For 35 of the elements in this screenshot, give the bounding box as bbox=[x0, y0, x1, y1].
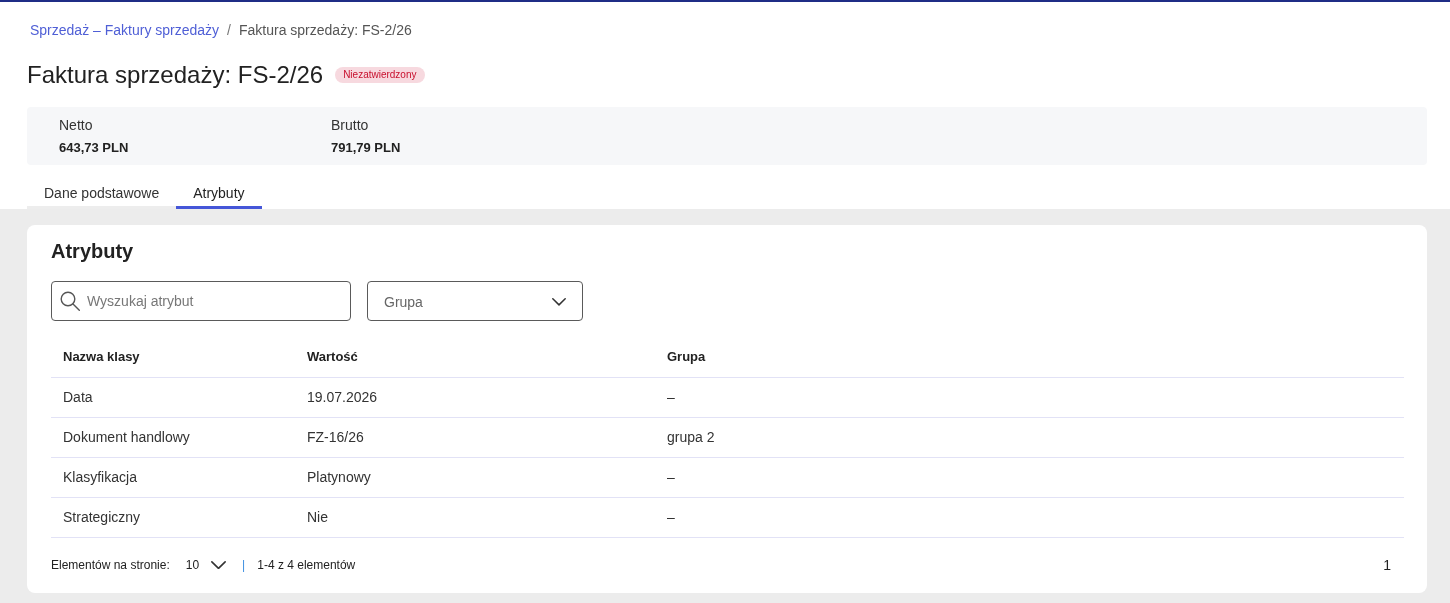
table-cell: FZ-16/26 bbox=[295, 417, 655, 457]
breadcrumb-link[interactable]: Sprzedaż – Faktury sprzedaży bbox=[30, 20, 220, 40]
summary-value: 791,79 PLN bbox=[331, 139, 401, 157]
column-header: Wartość bbox=[295, 337, 655, 377]
table-cell: Strategiczny bbox=[51, 497, 295, 537]
item-range: 1-4 z 4 elementów bbox=[257, 558, 356, 572]
table-cell: Platynowy bbox=[295, 457, 655, 497]
breadcrumb-separator: / bbox=[227, 21, 231, 40]
page-number[interactable]: 1 bbox=[1383, 557, 1391, 573]
table-cell: Data bbox=[51, 377, 295, 417]
table-cell: grupa 2 bbox=[655, 417, 1404, 457]
page-title: Faktura sprzedaży: FS-2/26 bbox=[27, 62, 324, 88]
table-cell: – bbox=[655, 457, 1404, 497]
column-header: Nazwa klasy bbox=[51, 337, 295, 377]
summary-label: Brutto bbox=[331, 116, 369, 135]
group-select[interactable]: Grupa bbox=[367, 281, 583, 321]
card-title: Atrybuty bbox=[51, 239, 134, 263]
table-cell: – bbox=[655, 377, 1404, 417]
chevron-down-icon bbox=[552, 298, 566, 306]
table-cell: Klasyfikacja bbox=[51, 457, 295, 497]
summary-value: 643,73 PLN bbox=[59, 139, 129, 157]
table-cell: 19.07.2026 bbox=[295, 377, 655, 417]
table-cell: Dokument handlowy bbox=[51, 417, 295, 457]
status-badge: Niezatwierdzony bbox=[335, 67, 425, 83]
table-cell: – bbox=[655, 497, 1404, 537]
column-header: Grupa bbox=[655, 337, 1404, 377]
chevron-down-icon bbox=[211, 560, 227, 570]
pager-separator: | bbox=[242, 558, 246, 572]
summary-label: Netto bbox=[59, 116, 93, 135]
search-icon bbox=[60, 291, 80, 311]
page-size-label: Elementów na stronie: bbox=[51, 558, 170, 572]
table-cell: Nie bbox=[295, 497, 655, 537]
page-size-select[interactable]: 10 bbox=[185, 558, 227, 572]
search-field[interactable]: Wyszukaj atrybut bbox=[51, 281, 351, 321]
breadcrumb-current: Faktura sprzedaży: FS-2/26 bbox=[239, 21, 412, 40]
